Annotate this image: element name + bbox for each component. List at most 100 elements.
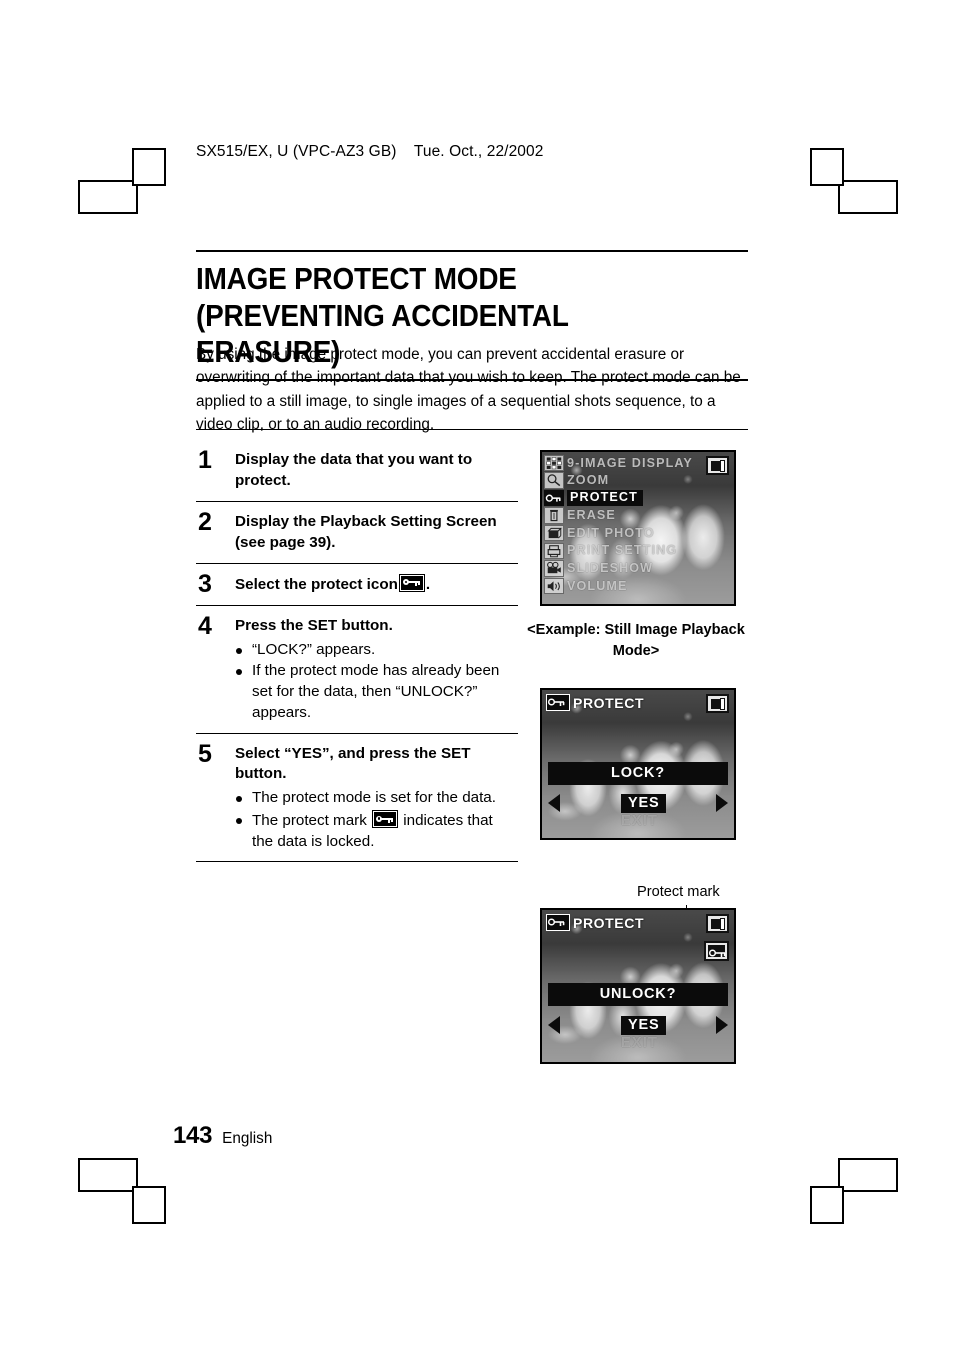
unlock-question-bar: UNLOCK? (548, 983, 728, 1006)
step-1: 1 Display the data that you want to prot… (196, 440, 518, 502)
figure-menu-screen: 9-IMAGE DISPLAY ZOOM PROTECT ERASE EDIT … (540, 450, 736, 606)
crop-mark-segment (132, 1186, 166, 1224)
menu-item-label: PROTECT (567, 489, 643, 507)
bullet-text-pre: The protect mark (252, 812, 367, 830)
page-footer: 143 English (173, 1122, 272, 1150)
screen-title-label: PROTECT (573, 694, 645, 711)
step-bullets: The protect mode is set for the data. Th… (235, 788, 518, 852)
arrow-left-icon[interactable] (548, 794, 560, 812)
single-image-display-icon (706, 456, 729, 475)
crop-mark-segment (132, 148, 166, 186)
screen-title-protect: PROTECT (546, 694, 644, 711)
step-body: Select “YES”, and press the SET button. … (235, 744, 518, 853)
menu-item-erase[interactable]: ERASE (544, 507, 704, 525)
protect-key-icon (546, 914, 570, 931)
bullet-item-with-icon: The protect mark indicates that the data… (235, 810, 518, 852)
bullet-item: The protect mode is set for the data. (235, 788, 518, 809)
menu-item-protect[interactable]: PROTECT (544, 489, 704, 507)
protect-mark-icon (372, 810, 399, 829)
crop-mark-segment (78, 1158, 138, 1192)
step-5: 5 Select “YES”, and press the SET button… (196, 734, 518, 863)
figure-lock-screen: PROTECT LOCK? YES EXIT (540, 688, 736, 840)
crop-mark-top-left (78, 148, 170, 214)
step-number: 2 (198, 507, 212, 536)
arrow-left-icon[interactable] (548, 1016, 560, 1034)
arrow-right-icon[interactable] (716, 794, 728, 812)
menu-item-9-image-display[interactable]: 9-IMAGE DISPLAY (544, 454, 704, 472)
menu-item-label: SLIDESHOW (567, 561, 654, 576)
crop-mark-segment (810, 148, 844, 186)
steps-list: 1 Display the data that you want to prot… (196, 440, 518, 863)
step-heading: Select the protect icon. (235, 573, 518, 596)
protect-mark-callout-label: Protect mark (637, 884, 720, 900)
protect-mark-icon (704, 941, 729, 961)
menu-item-slideshow[interactable]: SLIDESHOW (544, 560, 704, 578)
single-image-display-icon (706, 914, 729, 933)
protect-key-icon (546, 694, 570, 711)
step-body: Select the protect icon. (235, 573, 518, 596)
trash-erase-icon (544, 507, 564, 524)
menu-item-zoom[interactable]: ZOOM (544, 472, 704, 490)
step-body: Display the Playback Setting Screen (see… (235, 512, 518, 554)
edit-photo-icon (544, 524, 564, 542)
crop-mark-segment (838, 180, 898, 214)
step-heading: Press the SET button. (235, 616, 393, 634)
step-number: 1 (198, 446, 212, 474)
single-image-display-icon (706, 694, 729, 713)
step-body: Display the data that you want to protec… (235, 450, 518, 492)
screen-title-label: PROTECT (573, 914, 645, 931)
step-number: 5 (198, 739, 212, 768)
yes-option[interactable]: YES (621, 1016, 667, 1035)
crop-mark-bottom-right (800, 1158, 898, 1224)
step-heading-suffix: . (425, 575, 431, 593)
step-heading: Display the Playback Setting Screen (see… (235, 512, 497, 551)
step-number: 4 (198, 611, 212, 640)
nine-image-display-icon (544, 454, 564, 472)
bullet-item: “LOCK?” appears. (235, 640, 518, 661)
menu-item-label: 9-IMAGE DISPLAY (567, 455, 693, 470)
crop-mark-bottom-left (78, 1158, 170, 1224)
step-3: 3 Select the protect icon. (196, 564, 518, 606)
menu-item-volume[interactable]: VOLUME (544, 577, 704, 595)
figure-unlock-screen: PROTECT UNLOCK? YES EXIT (540, 908, 736, 1064)
step-heading: Display the data that you want to protec… (235, 451, 473, 489)
menu-item-label: PRINT SETTING (567, 543, 678, 558)
yes-option[interactable]: YES (621, 794, 667, 813)
step-heading: Select “YES”, and press the SET button. (235, 744, 471, 783)
protect-key-icon (544, 489, 564, 507)
menu-item-label: EDIT PHOTO (567, 525, 655, 540)
step-bullets: “LOCK?” appears. If the protect mode has… (235, 640, 518, 724)
lock-question-bar: LOCK? (548, 762, 728, 785)
bullet-item: If the protect mode has already been set… (235, 661, 518, 723)
intro-paragraph: By using the image protect mode, you can… (196, 346, 741, 433)
exit-option[interactable]: EXIT (621, 1035, 658, 1051)
screen-title-protect: PROTECT (546, 914, 644, 931)
figure-menu-caption: <Example: Still Image Playback Mode> (527, 622, 745, 659)
menu-item-edit-photo[interactable]: EDIT PHOTO (544, 524, 704, 542)
zoom-magnifier-icon (544, 472, 564, 489)
menu-item-label: ERASE (567, 508, 616, 523)
menu-item-label: ZOOM (567, 473, 610, 488)
menu-item-label: VOLUME (567, 578, 628, 593)
step-2: 2 Display the Playback Setting Screen (s… (196, 502, 518, 564)
movie-camera-icon (544, 560, 564, 577)
protect-key-icon (398, 573, 425, 592)
speaker-volume-icon (544, 577, 564, 595)
arrow-right-icon[interactable] (716, 1016, 728, 1034)
playback-setting-menu: 9-IMAGE DISPLAY ZOOM PROTECT ERASE EDIT … (544, 454, 704, 595)
crop-mark-top-right (800, 148, 898, 214)
document-header: SX515/EX, U (VPC-AZ3 GB) Tue. Oct., 22/2… (196, 143, 544, 160)
exit-option[interactable]: EXIT (621, 813, 658, 829)
intro-rule (196, 429, 748, 430)
step-4: 4 Press the SET button. “LOCK?” appears.… (196, 606, 518, 734)
crop-mark-segment (810, 1186, 844, 1224)
step-body: Press the SET button. “LOCK?” appears. I… (235, 616, 518, 724)
step-heading-text: Select the protect icon (235, 575, 398, 593)
crop-mark-segment (838, 1158, 898, 1192)
printer-icon (544, 542, 564, 560)
page-number: 143 (173, 1122, 213, 1149)
page-language: English (222, 1130, 273, 1147)
crop-mark-segment (78, 180, 138, 214)
menu-item-print-setting[interactable]: PRINT SETTING (544, 542, 704, 560)
step-number: 3 (198, 569, 212, 598)
